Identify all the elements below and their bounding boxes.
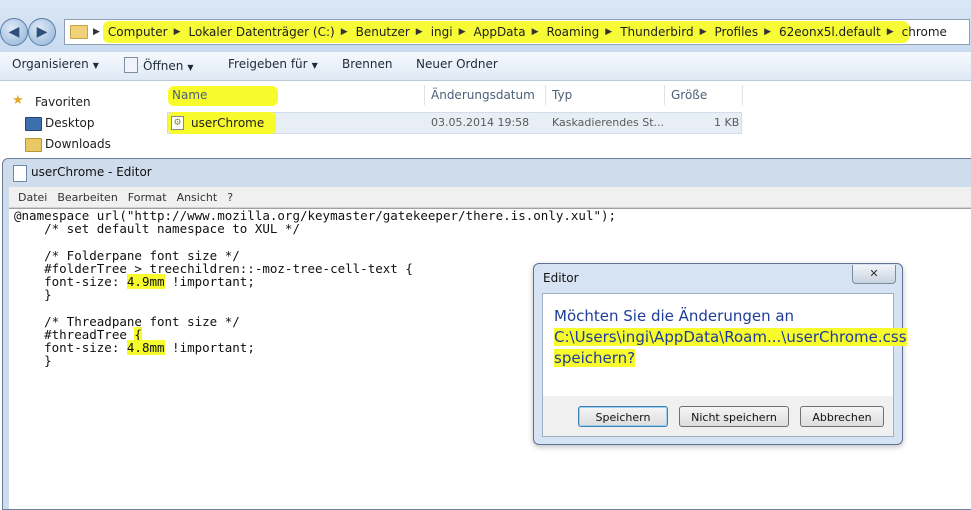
breadcrumb-item[interactable]: chrome bbox=[902, 25, 947, 39]
breadcrumb-item[interactable]: ingi bbox=[431, 25, 453, 39]
code-content: @namespace url("http://www.mozilla.org/k… bbox=[14, 209, 616, 367]
chevron-right-icon[interactable]: ▶ bbox=[605, 27, 612, 37]
chevron-right-icon[interactable]: ▶ bbox=[532, 27, 539, 37]
burn-label: Brennen bbox=[342, 57, 393, 71]
dialog-message: Möchten Sie die Änderungen an C:\Users\i… bbox=[554, 306, 907, 369]
chevron-right-icon[interactable]: ▶ bbox=[174, 27, 181, 37]
chevron-right-icon[interactable]: ▶ bbox=[887, 27, 894, 37]
desktop-icon bbox=[25, 117, 42, 131]
breadcrumb-item[interactable]: Benutzer bbox=[356, 25, 410, 39]
explorer-toolbar: Organisieren ▼ Öffnen ▼ Freigeben für ▼ Bre… bbox=[0, 52, 971, 81]
dropdown-arrow-icon: ▼ bbox=[92, 61, 99, 70]
column-header-size[interactable]: Größe bbox=[671, 88, 707, 102]
chevron-right-icon[interactable]: ▶ bbox=[341, 27, 348, 37]
dialog-title: Editor bbox=[543, 271, 579, 285]
forward-button[interactable]: ▶ bbox=[28, 18, 56, 46]
breadcrumb-item[interactable]: AppData bbox=[474, 25, 526, 39]
column-divider[interactable] bbox=[664, 85, 665, 105]
organize-label: Organisieren bbox=[12, 57, 89, 71]
code-line: } bbox=[14, 353, 52, 369]
chevron-right-icon[interactable]: ▶ bbox=[700, 27, 707, 37]
code-line: /* set default namespace to XUL */ bbox=[14, 221, 300, 237]
breadcrumb-item[interactable]: Profiles bbox=[715, 25, 759, 39]
menu-file[interactable]: Datei bbox=[18, 191, 47, 204]
dropdown-arrow-icon: ▼ bbox=[311, 61, 318, 70]
notepad-icon bbox=[13, 165, 27, 182]
chevron-right-icon[interactable]: ▶ bbox=[93, 27, 100, 37]
column-header-date[interactable]: Änderungsdatum bbox=[431, 88, 535, 102]
column-header-name[interactable]: Name bbox=[172, 88, 207, 102]
file-path: C:\Users\ingi\AppData\Roam...\userChrome… bbox=[554, 328, 907, 346]
burn-button[interactable]: Brennen bbox=[342, 57, 392, 71]
file-list: Name Änderungsdatum Typ Größe ⚙ userChro… bbox=[152, 81, 971, 161]
folder-icon bbox=[70, 25, 88, 39]
share-label: Freigeben für bbox=[228, 57, 308, 71]
code-line: } bbox=[14, 287, 52, 303]
organize-button[interactable]: Organisieren ▼ bbox=[12, 57, 99, 71]
column-divider[interactable] bbox=[545, 85, 546, 105]
back-button[interactable]: ◀ bbox=[0, 18, 28, 46]
chevron-right-icon[interactable]: ▶ bbox=[416, 27, 423, 37]
navigation-pane: ★ Favoriten Desktop Downloads bbox=[0, 81, 152, 161]
highlighted-value: 4.8mm bbox=[126, 340, 165, 356]
file-name[interactable]: userChrome bbox=[191, 116, 264, 130]
breadcrumb-item[interactable]: Roaming bbox=[547, 25, 600, 39]
chevron-right-icon[interactable]: ▶ bbox=[459, 27, 466, 37]
menu-edit[interactable]: Bearbeiten bbox=[57, 191, 117, 204]
file-date: 03.05.2014 19:58 bbox=[431, 116, 530, 129]
new-folder-label: Neuer Ordner bbox=[416, 57, 498, 71]
explorer-address-area: ◀ ▶ ▶ Computer ▶ Lokaler Datenträger (C:) … bbox=[0, 0, 971, 52]
window-title: userChrome - Editor bbox=[31, 165, 152, 179]
dialog-buttons: Speichern Nicht speichern Abbrechen bbox=[542, 396, 894, 437]
sidebar-favorites[interactable]: Favoriten bbox=[35, 95, 91, 109]
open-label: Öffnen bbox=[143, 59, 184, 73]
code-line: !important; bbox=[164, 340, 255, 356]
breadcrumb-item[interactable]: Computer bbox=[108, 25, 168, 39]
css-file-icon: ⚙ bbox=[171, 116, 184, 130]
dont-save-button[interactable]: Nicht speichern bbox=[679, 406, 789, 427]
address-bar[interactable]: ▶ Computer ▶ Lokaler Datenträger (C:) ▶ Ben… bbox=[64, 19, 970, 45]
message-line: speichern? bbox=[554, 349, 636, 367]
downloads-icon bbox=[25, 138, 42, 152]
save-button[interactable]: Speichern bbox=[578, 406, 668, 427]
breadcrumb: ▶ Computer ▶ Lokaler Datenträger (C:) ▶ Ben… bbox=[87, 20, 947, 44]
breadcrumb-item[interactable]: Lokaler Datenträger (C:) bbox=[189, 25, 335, 39]
column-divider[interactable] bbox=[742, 85, 743, 105]
file-size: 1 KB bbox=[714, 116, 740, 129]
breadcrumb-item[interactable]: 62eonx5l.default bbox=[779, 25, 881, 39]
menu-format[interactable]: Format bbox=[128, 191, 167, 204]
arrow-left-icon: ◀ bbox=[8, 24, 20, 40]
dropdown-arrow-icon: ▼ bbox=[187, 63, 194, 72]
message-line: Möchten Sie die Änderungen an bbox=[554, 307, 795, 325]
chevron-right-icon[interactable]: ▶ bbox=[764, 27, 771, 37]
column-header-type[interactable]: Typ bbox=[552, 88, 572, 102]
sidebar-item-desktop[interactable]: Desktop bbox=[45, 116, 95, 130]
file-type: Kaskadierendes St... bbox=[552, 116, 664, 129]
menu-bar: Datei Bearbeiten Format Ansicht ? bbox=[9, 187, 971, 208]
menu-view[interactable]: Ansicht bbox=[177, 191, 218, 204]
close-icon: ✕ bbox=[869, 267, 879, 280]
share-button[interactable]: Freigeben für ▼ bbox=[228, 57, 318, 71]
open-button[interactable]: Öffnen ▼ bbox=[124, 57, 193, 73]
highlighted-value: 4.9mm bbox=[126, 274, 165, 290]
dialog-body: Möchten Sie die Änderungen an C:\Users\i… bbox=[542, 293, 907, 398]
breadcrumb-item[interactable]: Thunderbird bbox=[620, 25, 693, 39]
star-icon: ★ bbox=[12, 93, 24, 108]
arrow-right-icon: ▶ bbox=[36, 24, 48, 40]
column-divider[interactable] bbox=[424, 85, 425, 105]
menu-help[interactable]: ? bbox=[227, 191, 233, 204]
document-icon bbox=[124, 57, 138, 73]
save-dialog: Editor ✕ Möchten Sie die Änderungen an C… bbox=[533, 263, 907, 445]
code-line: !important; bbox=[164, 274, 255, 290]
cancel-button[interactable]: Abbrechen bbox=[800, 406, 884, 427]
new-folder-button[interactable]: Neuer Ordner bbox=[416, 57, 498, 71]
close-button[interactable]: ✕ bbox=[852, 265, 896, 284]
sidebar-item-downloads[interactable]: Downloads bbox=[45, 137, 111, 151]
